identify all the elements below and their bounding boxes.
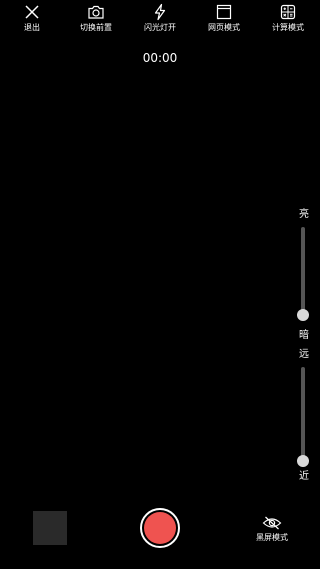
flash-icon xyxy=(154,3,166,21)
calc-mode-label: 计算模式 xyxy=(272,23,304,32)
zoom-slider[interactable] xyxy=(297,367,309,467)
exit-button[interactable]: 退出 xyxy=(4,3,60,37)
brightness-high-label: 亮 xyxy=(299,209,309,220)
record-icon xyxy=(144,512,176,544)
top-toolbar: 退出 切换前置 闪光灯开 网页模式 计算模式 xyxy=(0,0,320,40)
zoom-slider-track xyxy=(301,367,305,467)
camera-switch-icon xyxy=(88,5,104,19)
gallery-thumbnail[interactable] xyxy=(33,511,67,545)
brightness-slider[interactable] xyxy=(297,227,309,321)
zoom-far-label: 远 xyxy=(299,349,309,360)
brightness-slider-thumb[interactable] xyxy=(297,309,309,321)
black-screen-mode-label: 黑屏模式 xyxy=(256,533,288,542)
close-icon xyxy=(25,5,39,19)
record-button[interactable] xyxy=(140,508,180,548)
web-mode-label: 网页模式 xyxy=(208,23,240,32)
black-screen-mode-button[interactable]: 黑屏模式 xyxy=(250,516,294,548)
browser-window-icon xyxy=(216,4,232,20)
web-mode-button[interactable]: 网页模式 xyxy=(196,3,252,37)
flash-button[interactable]: 闪光灯开 xyxy=(132,3,188,37)
recording-timer: 00:00 xyxy=(142,51,178,65)
exit-label: 退出 xyxy=(24,23,40,32)
zoom-slider-thumb[interactable] xyxy=(297,455,309,467)
flash-label: 闪光灯开 xyxy=(144,23,176,32)
eye-off-icon xyxy=(262,516,282,530)
switch-camera-label: 切换前置 xyxy=(80,23,112,32)
zoom-near-label: 近 xyxy=(299,471,309,482)
calculator-icon xyxy=(280,4,296,20)
brightness-low-label: 暗 xyxy=(299,330,309,341)
calc-mode-button[interactable]: 计算模式 xyxy=(260,3,316,37)
brightness-slider-track xyxy=(301,227,305,321)
switch-camera-button[interactable]: 切换前置 xyxy=(68,3,124,37)
